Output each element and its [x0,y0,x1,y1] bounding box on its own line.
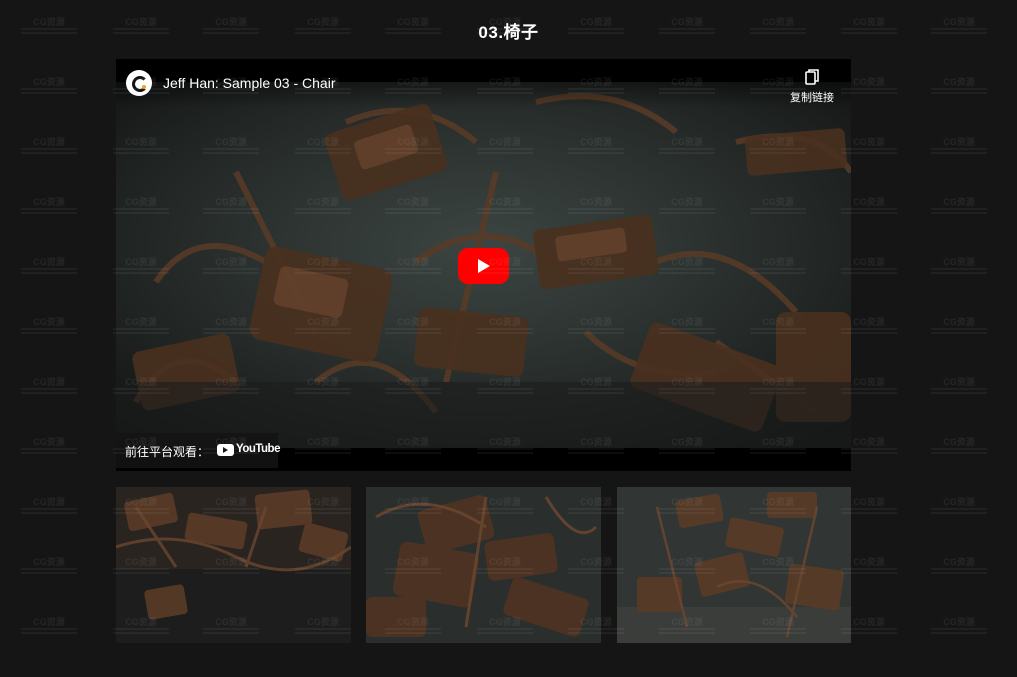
watermark-logo: CG资源 [33,137,65,147]
watermark-logo: CG资源 [33,377,65,387]
video-title[interactable]: Jeff Han: Sample 03 - Chair [163,75,336,91]
thumbnail-3[interactable] [617,487,852,643]
watermark: CG资源 [18,258,80,274]
thumbnail-1-image [116,487,351,643]
watermark-logo: CG资源 [33,557,65,567]
watermark: CG资源 [928,438,990,454]
section-title: 03.椅子 [478,23,539,42]
watch-on-youtube-button[interactable]: 前往平台观看： YouTube [116,433,280,468]
watermark-logo: CG资源 [33,197,65,207]
watermark-logo: CG资源 [33,617,65,627]
watermark-logo: CG资源 [33,77,65,87]
watermark: CG资源 [928,498,990,514]
watermark-logo: CG资源 [33,497,65,507]
watermark-logo: CG资源 [943,317,975,327]
watermark: CG资源 [18,318,80,334]
watermark: CG资源 [928,318,990,334]
watermark-logo: CG资源 [33,437,65,447]
watermark-logo: CG资源 [943,257,975,267]
watermark-logo: CG资源 [943,137,975,147]
copy-icon [805,69,819,85]
player-top-bar: Jeff Han: Sample 03 - Chair 复制链接 [116,59,851,107]
video-player[interactable]: Jeff Han: Sample 03 - Chair 复制链接 前往平台观看：… [116,59,851,471]
thumbnail-2[interactable] [366,487,601,643]
watermark: CG资源 [928,558,990,574]
watermark: CG资源 [18,618,80,634]
watermark-logo: CG资源 [943,497,975,507]
channel-logo-icon [132,76,148,92]
copy-link-label: 复制链接 [790,92,834,104]
watermark: CG资源 [928,618,990,634]
watermark-logo: CG资源 [33,257,65,267]
watermark: CG资源 [18,378,80,394]
watermark-logo: CG资源 [943,617,975,627]
channel-logo-dot [142,85,146,89]
watermark: CG资源 [18,558,80,574]
channel-avatar[interactable] [126,70,152,96]
watermark: CG资源 [18,78,80,94]
watermark: CG资源 [18,498,80,514]
watermark-logo: CG资源 [33,317,65,327]
play-button[interactable] [458,248,509,284]
watermark: CG资源 [18,138,80,154]
watermark-logo: CG资源 [943,77,975,87]
thumbnail-3-image [617,487,851,643]
watermark-logo: CG资源 [943,437,975,447]
watermark: CG资源 [928,198,990,214]
watermark: CG资源 [18,438,80,454]
youtube-wordmark: YouTube [236,443,280,455]
thumbnail-2-image [366,487,601,643]
watermark: CG资源 [928,378,990,394]
watch-on-label: 前往平台观看： [125,445,210,459]
watermark-logo: CG资源 [943,557,975,567]
watermark: CG资源 [928,138,990,154]
watermark: CG资源 [928,258,990,274]
thumbnail-1[interactable] [116,487,351,643]
youtube-icon [217,444,234,456]
watermark-logo: CG资源 [943,197,975,207]
watermark-logo: CG资源 [943,377,975,387]
copy-link-button[interactable]: 复制链接 [787,69,837,106]
page: 03.椅子 Jeff Han: Sample 03 - Chair 复制链接 前… [0,0,1017,677]
watermark: CG资源 [928,78,990,94]
play-icon [478,259,490,273]
watermark: CG资源 [18,198,80,214]
